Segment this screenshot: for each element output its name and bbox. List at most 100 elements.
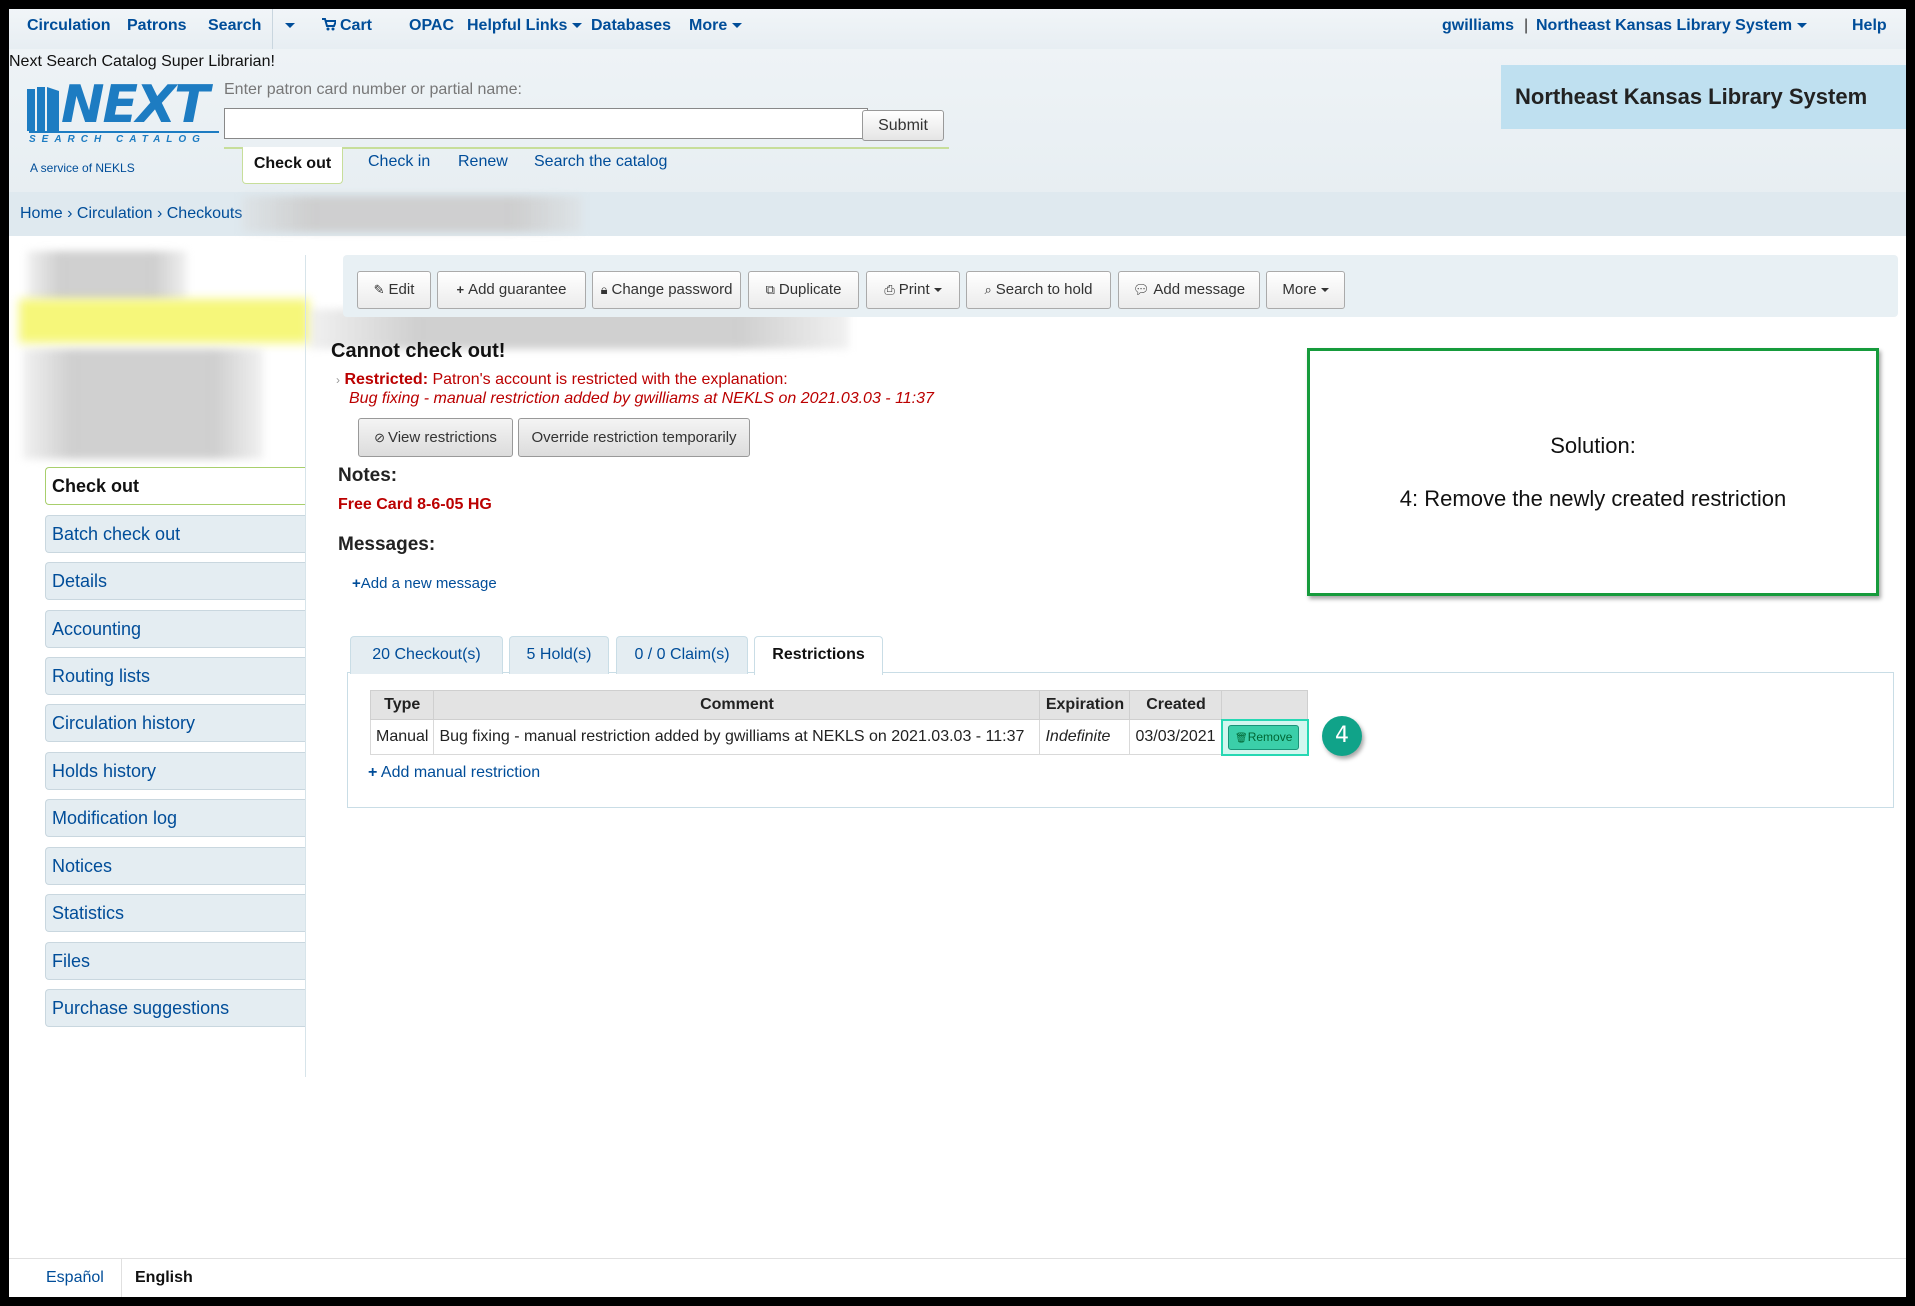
sidebar-item-batch-check-out[interactable]: Batch check out [45,515,305,553]
sidebar-item-modification-log[interactable]: Modification log [45,799,305,837]
search-to-hold-button[interactable]: ⌕ Search to hold [966,271,1111,309]
column-created: Created [1129,690,1223,720]
view-restrictions-label: View restrictions [387,429,497,446]
breadcrumb-trail: Home › Circulation › Checkouts [20,205,242,223]
restriction-type: Manual [369,719,435,755]
nav-more-label: More [689,17,728,34]
sidebar-item-routing-lists[interactable]: Routing lists [45,657,305,695]
redacted-patron-details [23,349,263,459]
tab-check-in[interactable]: Check in [368,153,430,171]
remove-restriction-button[interactable]: 🗑︎Remove [1227,724,1300,750]
pencil-icon: ✎ [373,282,385,297]
redacted-patron-name [242,196,582,232]
table-row: Manual Bug fixing - manual restriction a… [369,718,1309,756]
edit-button[interactable]: ✎ Edit [357,271,431,309]
add-message-label: Add message [1153,281,1246,298]
add-manual-restriction-link[interactable]: + Add manual restriction [368,764,540,782]
logged-in-branch-text: Next Search Catalog Super Librarian! [9,53,275,70]
sidebar-item-notices[interactable]: Notices [45,847,305,885]
duplicate-label: Duplicate [778,281,842,298]
sidebar-item-circulation-history[interactable]: Circulation history [45,704,305,742]
notes-value: Free Card 8-6-05 HG [338,496,492,513]
chevron-down-icon [732,23,743,29]
breadcrumb-home[interactable]: Home [20,205,63,222]
printer-icon: ⎙ [884,282,895,297]
more-button[interactable]: More [1266,271,1345,309]
language-english: English [135,1269,193,1286]
tab-claims[interactable]: 0 / 0 Claim(s) [616,636,748,674]
breadcrumb: Home › Circulation › Checkouts [9,192,1906,236]
copy-icon: ⧉ [765,282,775,297]
redacted-patron-photo [27,251,187,301]
print-label: Print [898,281,930,298]
chevron-down-icon [285,23,295,29]
plus-icon: + [352,575,361,592]
lock-icon: 🔒︎ [600,282,608,297]
submit-button[interactable]: Submit [862,110,944,141]
cannot-checkout-heading: Cannot check out! [331,340,506,362]
restriction-expiration: Indefinite [1039,719,1131,755]
sidebar-item-check-out[interactable]: Check out [45,467,305,505]
comment-icon: 💬︎ [1132,282,1150,297]
patron-search-input[interactable] [224,108,868,139]
logo-subtitle: SEARCH CATALOG [29,131,219,145]
tab-check-out[interactable]: Check out [242,147,343,184]
nav-help[interactable]: Help [1852,17,1887,35]
tab-holds[interactable]: 5 Hold(s) [509,636,609,674]
nav-user-separator: | [1524,17,1529,34]
tab-restrictions[interactable]: Restrictions [754,636,883,675]
breadcrumb-checkouts: Checkouts [166,205,243,222]
change-password-button[interactable]: 🔒︎ Change password [592,271,741,309]
add-new-message-link[interactable]: +Add a new message [352,575,497,592]
messages-heading: Messages: [338,534,436,555]
redacted-patron-highlight [19,299,309,343]
search-dropdown-toggle[interactable] [280,17,295,35]
language-spanish[interactable]: Español [46,1269,104,1287]
nav-circulation[interactable]: Circulation [27,17,111,35]
restricted-text: Patron's account is restricted with the … [432,371,788,388]
restriction-explanation: Bug fixing - manual restriction added by… [349,390,934,407]
logo[interactable]: NEXT SEARCH CATALOG A service of NEKLS [19,75,219,175]
language-footer: Español English [9,1258,1906,1297]
nav-opac[interactable]: OPAC [409,17,454,35]
tab-renew[interactable]: Renew [458,153,508,171]
print-button[interactable]: ⎙ Print [866,271,960,309]
sidebar-item-accounting[interactable]: Accounting [45,610,305,648]
tab-checkouts[interactable]: 20 Checkout(s) [350,636,503,674]
screenshot-frame: Circulation Patrons Search Cart OPAC Hel… [9,9,1906,1297]
ban-icon: ⊘ [374,430,385,445]
nav-cart[interactable]: Cart [322,17,372,35]
logged-in-user[interactable]: gwilliams [1442,17,1514,35]
solution-callout: Solution: 4: Remove the newly created re… [1307,348,1879,596]
chevron-down-icon [1320,288,1329,293]
breadcrumb-circulation[interactable]: Circulation [77,205,153,222]
nav-databases[interactable]: Databases [591,17,671,35]
nav-search[interactable]: Search [208,17,261,35]
nav-patrons[interactable]: Patrons [127,17,187,35]
add-guarantee-button[interactable]: + Add guarantee [437,271,586,309]
trash-icon: 🗑︎ [1234,732,1248,744]
view-restrictions-button[interactable]: ⊘ View restrictions [358,418,513,457]
breadcrumb-separator: › [67,205,73,222]
nav-helpful-links[interactable]: Helpful Links [467,17,583,35]
add-guarantee-label: Add guarantee [468,281,567,298]
sidebar-item-details[interactable]: Details [45,562,305,600]
tab-search-catalog[interactable]: Search the catalog [534,153,667,171]
solution-title: Solution: [1550,433,1636,458]
sidebar-item-holds-history[interactable]: Holds history [45,752,305,790]
sidebar-item-files[interactable]: Files [45,942,305,980]
top-navigation: Circulation Patrons Search Cart OPAC Hel… [9,9,1906,53]
column-expiration: Expiration [1039,690,1131,720]
override-restriction-button[interactable]: Override restriction temporarily [518,418,750,457]
nav-library-menu[interactable]: Northeast Kansas Library System [1536,17,1808,35]
sidebar-item-purchase-suggestions[interactable]: Purchase suggestions [45,989,305,1027]
duplicate-button[interactable]: ⧉ Duplicate [748,271,859,309]
chevron-down-icon [933,288,942,293]
restriction-comment: Bug fixing - manual restriction added by… [433,719,1041,755]
search-to-hold-label: Search to hold [995,281,1093,298]
add-message-button[interactable]: 💬︎ Add message [1118,271,1260,309]
logo-service-text: A service of NEKLS [30,161,135,175]
plus-icon: + [368,764,378,781]
sidebar-item-statistics[interactable]: Statistics [45,894,305,932]
nav-more[interactable]: More [689,17,743,35]
